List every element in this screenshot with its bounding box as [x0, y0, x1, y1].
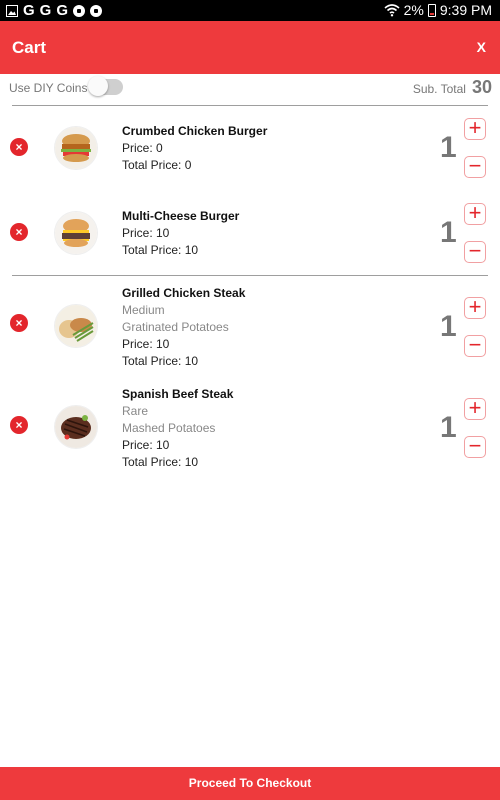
item-quantity: 1 [440, 216, 457, 249]
system-icons: 2% 9:39 PM [384, 2, 492, 18]
gallery-icon [6, 4, 18, 17]
item-info: Spanish Beef Steak Rare Mashed Potatoes … [122, 386, 233, 471]
remove-item-button[interactable]: × [10, 416, 28, 434]
food-image-cheese-burger [55, 212, 97, 254]
remove-item-button[interactable]: × [10, 138, 28, 156]
notification-icons: G G G [6, 2, 103, 19]
item-option: Gratinated Potatoes [122, 320, 229, 334]
item-total-price: Total Price: 10 [122, 243, 199, 257]
item-total-price: Total Price: 0 [122, 158, 192, 172]
wifi-icon [384, 4, 400, 17]
item-total-price: Total Price: 10 [122, 455, 199, 469]
item-quantity: 1 [440, 131, 457, 164]
item-price: Price: 10 [122, 226, 170, 240]
item-price: Price: 0 [122, 141, 163, 155]
diy-coins-label: Use DIY Coins [9, 81, 88, 95]
proceed-to-checkout-button[interactable]: Proceed To Checkout [0, 767, 500, 800]
increase-quantity-button[interactable]: + [464, 202, 486, 225]
item-quantity: 1 [440, 310, 457, 343]
item-price: Price: 10 [122, 438, 170, 452]
food-image-beef-steak [55, 406, 97, 448]
item-info: Grilled Chicken Steak Medium Gratinated … [122, 285, 245, 370]
close-button[interactable]: X [477, 39, 486, 55]
increase-quantity-button[interactable]: + [464, 397, 486, 420]
status-bar: G G G 2% 9:39 PM [0, 0, 500, 21]
clock: 9:39 PM [439, 2, 492, 18]
decrease-quantity-button[interactable]: − [464, 155, 486, 178]
item-info: Crumbed Chicken Burger Price: 0 Total Pr… [122, 123, 267, 174]
food-image-chicken-burger [55, 127, 97, 169]
toggle-knob[interactable] [88, 76, 108, 96]
soccer-ball-icon [90, 4, 103, 17]
item-info: Multi-Cheese Burger Price: 10 Total Pric… [122, 208, 239, 259]
item-name: Multi-Cheese Burger [122, 209, 240, 223]
google-icon: G [56, 2, 69, 19]
item-name: Spanish Beef Steak [122, 387, 234, 401]
battery-icon [427, 3, 436, 17]
subtotal-label: Sub. Total [412, 82, 466, 96]
food-image-chicken-steak [55, 305, 97, 347]
app-header: Cart X [0, 21, 500, 74]
subtotal-value: 30 [471, 77, 492, 97]
divider [12, 105, 488, 106]
coins-bar: Use DIY Coins Sub. Total 30 [0, 74, 500, 102]
item-option: Rare [122, 404, 149, 418]
battery-percent: 2% [403, 2, 424, 18]
google-icon: G [23, 2, 35, 19]
decrease-quantity-button[interactable]: − [464, 334, 486, 357]
decrease-quantity-button[interactable]: − [464, 240, 486, 263]
item-total-price: Total Price: 10 [122, 354, 199, 368]
google-icon: G [39, 2, 52, 19]
item-option: Medium [122, 303, 165, 317]
item-name: Grilled Chicken Steak [122, 286, 246, 300]
remove-item-button[interactable]: × [10, 223, 28, 241]
decrease-quantity-button[interactable]: − [464, 435, 486, 458]
increase-quantity-button[interactable]: + [464, 296, 486, 319]
remove-item-button[interactable]: × [10, 314, 28, 332]
soccer-ball-icon [73, 4, 86, 17]
item-name: Crumbed Chicken Burger [122, 124, 268, 138]
divider [12, 275, 488, 276]
item-quantity: 1 [440, 411, 457, 444]
page-title: Cart [12, 38, 47, 57]
item-option: Mashed Potatoes [122, 421, 216, 435]
item-price: Price: 10 [122, 337, 170, 351]
subtotal: Sub. Total 30 [413, 77, 492, 98]
increase-quantity-button[interactable]: + [464, 117, 486, 140]
